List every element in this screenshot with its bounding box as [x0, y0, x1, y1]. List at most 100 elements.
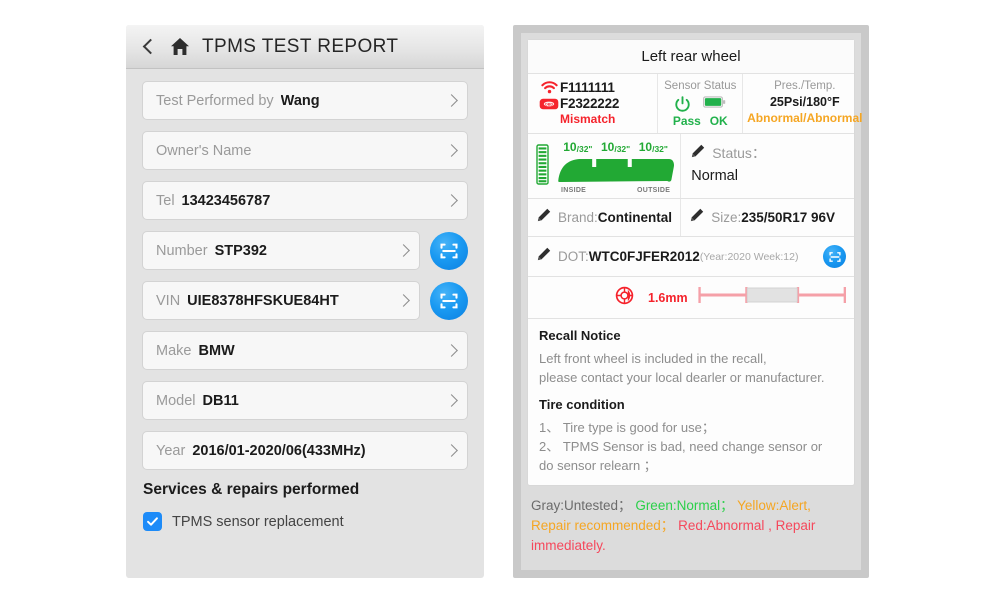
field-label: Model [156, 392, 196, 409]
tread-side-labels: INSIDE OUTSIDE [555, 187, 676, 194]
sensor-id-primary-line: F1111111 [538, 80, 653, 95]
size-value: 235/50R17 96V [741, 210, 836, 225]
battery-icon [703, 95, 726, 113]
svg-text:OBD: OBD [545, 102, 554, 106]
field-label: VIN [156, 292, 181, 309]
power-status-label: Pass [672, 114, 701, 128]
form-field-year[interactable]: Year 2016/01-2020/06(433MHz) [142, 431, 468, 470]
brand-label: Brand: [558, 210, 598, 225]
pressure-temp-cell: Pres./Temp. 25Psi/180°F Abnormal/Abnorma… [743, 74, 866, 133]
sensor-status-header: Sensor Status [664, 80, 737, 92]
field-value: STP392 [214, 242, 267, 259]
form-field-make[interactable]: Make BMW [142, 331, 468, 370]
brand-cell[interactable]: Brand: Continental [528, 199, 682, 236]
size-label: Size: [711, 210, 742, 225]
color-legend: Gray:Untested； Green:Normal； Yellow:Aler… [527, 486, 855, 556]
form-field-model[interactable]: Model DB11 [142, 381, 468, 420]
field-value: DB11 [202, 392, 239, 409]
dot-label: DOT: [558, 249, 589, 264]
sensor-id-secondary-line: OBD F2322222 [538, 96, 653, 111]
dot-row[interactable]: DOT: WTC0FJFER2012 (Year:2020 Week:12) [528, 237, 854, 277]
status-value: Normal [691, 168, 738, 184]
tire-tread-graphic [558, 157, 674, 182]
chevron-right-icon [447, 346, 457, 356]
recall-lines: Left front wheel is included in the reca… [539, 349, 843, 387]
warning-wheel-icon [615, 286, 634, 310]
tread-outside-label: OUTSIDE [637, 187, 671, 194]
pencil-icon [537, 208, 551, 227]
recall-heading: Recall Notice [539, 328, 621, 343]
titlebar: TPMS TEST REPORT [126, 25, 484, 69]
screenshot-root: TPMS TEST REPORT Test Performed by Wang Ow… [0, 0, 1000, 600]
form-row: VIN UIE8378HFSKUE84HT [142, 281, 468, 320]
tire-condition-line: 1、 Tire type is good for use； [539, 420, 715, 435]
form-field-tel[interactable]: Tel 13423456787 [142, 181, 468, 220]
chevron-right-icon [447, 146, 457, 156]
sensor-match-status: Mismatch [560, 112, 616, 126]
min-tread-row: 1.6mm [528, 277, 854, 319]
dot-scan-button[interactable] [823, 245, 846, 268]
field-value: BMW [198, 342, 235, 359]
tread-gauge-icon [536, 144, 555, 190]
recall-line: Left front wheel is included in the reca… [539, 351, 767, 366]
size-cell[interactable]: Size: 235/50R17 96V [681, 199, 854, 236]
field-value: 2016/01-2020/06(433MHz) [192, 442, 366, 459]
form-field-vin[interactable]: VIN UIE8378HFSKUE84HT [142, 281, 420, 320]
services-heading: Services & repairs performed [143, 481, 360, 498]
wheel-title: Left rear wheel [528, 40, 854, 74]
field-label: Test Performed by [156, 92, 274, 109]
field-label: Number [156, 242, 208, 259]
field-label: Year [156, 442, 186, 459]
wifi-signal-icon [538, 81, 560, 94]
form-row: Owner's Name [142, 131, 468, 170]
pencil-icon [537, 247, 551, 266]
chevron-right-icon [447, 96, 457, 106]
dot-detail: (Year:2020 Week:12) [699, 250, 799, 263]
pencil-icon [691, 144, 705, 163]
form-row: Model DB11 [142, 381, 468, 420]
pencil-icon [690, 208, 704, 227]
form-field-number[interactable]: Number STP392 [142, 231, 420, 270]
form-field-owner-s-name[interactable]: Owner's Name [142, 131, 468, 170]
tire-condition-heading: Tire condition [539, 397, 625, 412]
report-card: Left rear wheel F1111111 OBD F2322222 Mi… [521, 33, 862, 570]
home-icon[interactable] [170, 37, 190, 56]
tread-depth-row: 10/32" 10/32" 10/32" INSIDE OUTSIDE Stat… [528, 134, 854, 199]
services-list: TPMS sensor replacement [126, 512, 484, 531]
form-field-test-performed-by[interactable]: Test Performed by Wang [142, 81, 468, 120]
legend-green: Green:Normal； [635, 498, 734, 513]
scan-button[interactable] [430, 231, 468, 270]
wheel-report-panel: Left rear wheel F1111111 OBD F2322222 Mi… [513, 25, 869, 578]
recall-line: please contact your local dearler or man… [539, 370, 825, 385]
battery-status-label: OK [709, 114, 728, 128]
form-row: Test Performed by Wang [142, 81, 468, 120]
scan-button[interactable] [430, 281, 468, 320]
chevron-right-icon [399, 296, 409, 306]
tread-depth-values: 10/32" 10/32" 10/32" [555, 140, 676, 154]
min-tread-value: 1.6mm [648, 290, 688, 305]
chevron-right-icon [399, 246, 409, 256]
sensor-status-labels: Pass OK [662, 114, 738, 128]
field-value: Wang [280, 92, 320, 109]
tread-depth-value: 10/32" [600, 140, 631, 154]
tpms-report-form-panel: TPMS TEST REPORT Test Performed by Wang Ow… [126, 25, 484, 578]
check-icon [147, 517, 158, 526]
brand-size-row: Brand: Continental Size: 235/50R17 96V [528, 199, 854, 237]
service-checkbox[interactable] [143, 512, 162, 531]
field-label: Make [156, 342, 192, 359]
field-label: Owner's Name [156, 142, 252, 159]
dot-value: WTC0FJFER2012 [588, 249, 700, 264]
sensor-summary-row: F1111111 OBD F2322222 Mismatch Sensor St… [528, 74, 862, 134]
back-icon[interactable] [140, 39, 156, 55]
chevron-right-icon [447, 196, 457, 206]
tread-depth-value: 10/32" [563, 140, 593, 154]
form-row: Year 2016/01-2020/06(433MHz) [142, 431, 468, 470]
report-sheet: Left rear wheel F1111111 OBD F2322222 Mi… [527, 39, 862, 486]
field-value: 13423456787 [181, 192, 271, 209]
sensor-status-cell: Sensor Status Pass OK [658, 74, 744, 133]
tread-inside-label: INSIDE [561, 187, 587, 194]
tire-condition-line: do sensor relearn ； [539, 458, 657, 473]
tire-condition-lines: 1、 Tire type is good for use； 2、 TPMS Sen… [539, 418, 843, 475]
wheel-status-cell[interactable]: Status： Normal [681, 134, 854, 198]
page-title: TPMS TEST REPORT [202, 35, 399, 57]
